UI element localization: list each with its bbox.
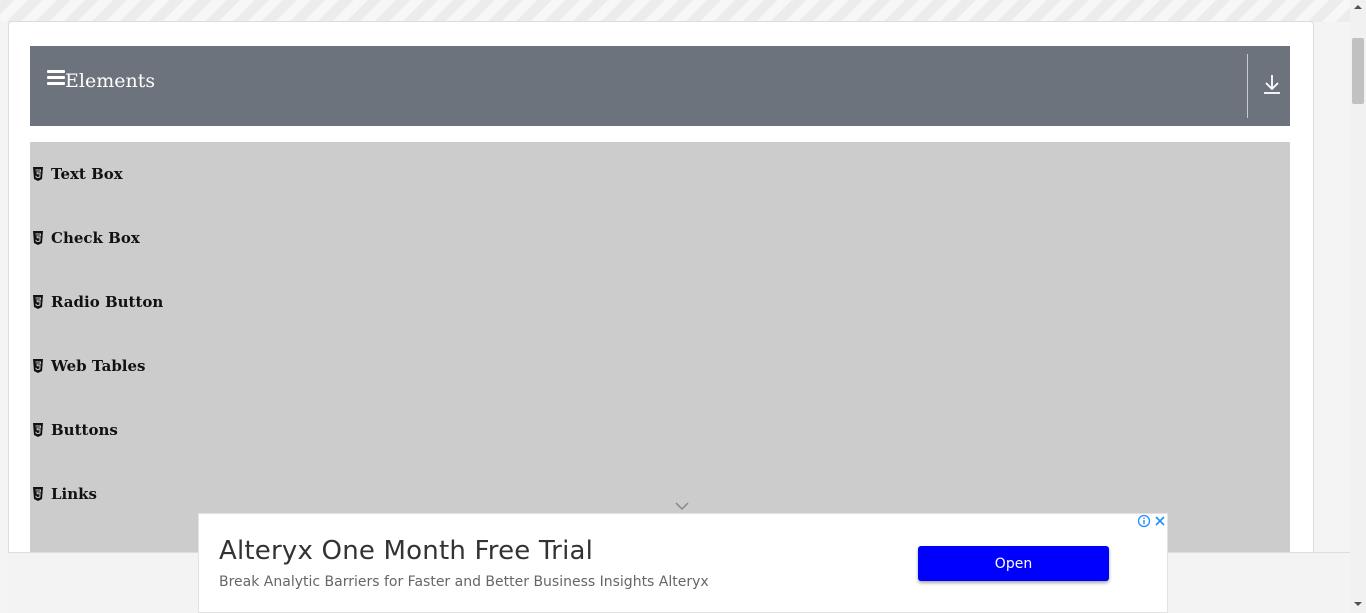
menu-item-label: Buttons: [51, 421, 118, 439]
group-title: Elements: [65, 70, 156, 92]
html5-icon: [33, 423, 43, 437]
menu-item-links[interactable]: Links: [30, 482, 97, 506]
adchoices[interactable]: [1137, 514, 1167, 528]
hamburger-icon: [47, 70, 65, 86]
menu-item-label: Check Box: [51, 229, 140, 247]
info-icon[interactable]: [1137, 514, 1151, 528]
header-divider: [1247, 54, 1248, 118]
html5-icon: [33, 231, 43, 245]
scroll-up-icon[interactable]: [1354, 3, 1362, 11]
menu-item-buttons[interactable]: Buttons: [30, 418, 118, 442]
scroll-down-icon[interactable]: [1354, 600, 1362, 608]
group-header[interactable]: Elements: [30, 46, 1290, 126]
menu-item-radio-button[interactable]: Radio Button: [30, 290, 163, 314]
menu-item-text-box[interactable]: Text Box: [30, 162, 123, 186]
ad-open-button[interactable]: Open: [918, 546, 1109, 581]
chevron-down-icon[interactable]: [674, 500, 690, 512]
ad-banner[interactable]: Alteryx One Month Free Trial Break Analy…: [198, 513, 1168, 613]
menu-item-label: Links: [51, 485, 97, 503]
html5-icon: [33, 359, 43, 373]
html5-icon: [33, 167, 43, 181]
menu-item-label: Web Tables: [51, 357, 146, 375]
html5-icon: [33, 487, 43, 501]
top-banner-pattern: [0, 0, 1350, 22]
scrollbar-thumb[interactable]: [1352, 38, 1364, 104]
menu-item-label: Radio Button: [51, 293, 164, 311]
ad-description: Break Analytic Barriers for Faster and B…: [219, 574, 709, 590]
page-scrollbar[interactable]: [1350, 0, 1366, 613]
close-icon[interactable]: [1153, 514, 1167, 528]
ad-headline[interactable]: Alteryx One Month Free Trial: [219, 536, 593, 566]
download-arrow-icon[interactable]: [1261, 72, 1283, 96]
menu-item-label: Text Box: [51, 165, 123, 183]
menu-item-check-box[interactable]: Check Box: [30, 226, 140, 250]
html5-icon: [33, 295, 43, 309]
menu-item-web-tables[interactable]: Web Tables: [30, 354, 146, 378]
